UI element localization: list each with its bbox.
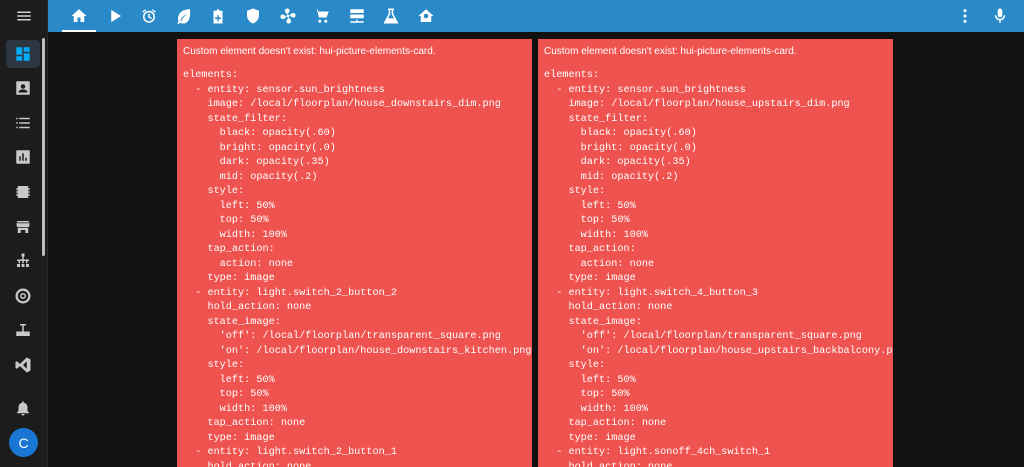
error-card-title: Custom element doesn't exist: hui-pictur… (544, 46, 797, 57)
error-card-downstairs: Custom element doesn't exist: hui-pictur… (177, 39, 532, 467)
sidebar-scrollbar[interactable] (42, 38, 45, 256)
sidebar-item-overview[interactable] (6, 40, 40, 68)
server-icon (350, 9, 364, 23)
server-chip-icon (16, 186, 30, 198)
cart-icon (314, 9, 329, 23)
dots-vertical-icon (963, 9, 967, 23)
tab-home[interactable] (62, 0, 96, 32)
tab-media[interactable] (98, 0, 132, 32)
sidebar-item-energy[interactable] (6, 178, 40, 206)
tab-flask[interactable] (374, 0, 408, 32)
tab-security[interactable] (236, 0, 270, 32)
chart-box-icon (16, 150, 30, 164)
vscode-icon (15, 357, 31, 373)
sidebar-item-list[interactable] (6, 109, 40, 137)
dashboard-icon (16, 47, 30, 61)
microphone-icon (994, 8, 1006, 23)
sidebar-item-history[interactable] (6, 143, 40, 171)
sidebar-item-store[interactable] (6, 213, 40, 241)
tab-cart[interactable] (305, 0, 339, 32)
menu-button[interactable] (0, 0, 48, 32)
store-icon (16, 221, 30, 233)
tab-leaf[interactable] (167, 0, 201, 32)
sidebar-item-network[interactable] (6, 247, 40, 275)
sidebar-item-router[interactable] (6, 316, 40, 344)
router-icon (16, 324, 30, 336)
home-alt-icon (418, 9, 434, 22)
target-icon (15, 288, 31, 304)
tab-alarm[interactable] (132, 0, 166, 32)
user-avatar[interactable]: C (9, 428, 38, 457)
sitemap-icon (17, 253, 29, 267)
sidebar-item-media[interactable] (6, 282, 40, 310)
tab-home-alt[interactable] (409, 0, 443, 32)
account-box-icon (16, 81, 30, 95)
top-toolbar (48, 0, 1024, 32)
sidebar-item-logbook[interactable] (6, 74, 40, 102)
tab-fan[interactable] (271, 0, 305, 32)
sidebar-item-vscode[interactable] (6, 351, 40, 379)
home-icon (71, 9, 87, 22)
home-plus-icon (213, 8, 223, 24)
error-card-title: Custom element doesn't exist: hui-pictur… (183, 46, 436, 57)
flask-icon (383, 8, 399, 24)
error-card-yaml: elements: - entity: sensor.sun_brightnes… (183, 70, 532, 467)
more-options-button[interactable] (949, 0, 981, 32)
sidebar: C (0, 0, 48, 467)
play-icon (111, 10, 121, 22)
error-card-yaml: elements: - entity: sensor.sun_brightnes… (544, 70, 893, 467)
bell-icon (17, 401, 29, 416)
alarm-icon (142, 9, 156, 23)
leaf-icon (177, 9, 191, 25)
notifications-button[interactable] (6, 394, 40, 422)
hamburger-menu-icon (17, 11, 31, 21)
format-list-icon (16, 117, 30, 129)
tab-home-plus[interactable] (201, 0, 235, 32)
voice-assist-button[interactable] (984, 0, 1016, 32)
fan-icon (280, 8, 296, 24)
error-card-upstairs: Custom element doesn't exist: hui-pictur… (538, 39, 893, 467)
shield-icon (247, 8, 259, 24)
tab-server[interactable] (340, 0, 374, 32)
